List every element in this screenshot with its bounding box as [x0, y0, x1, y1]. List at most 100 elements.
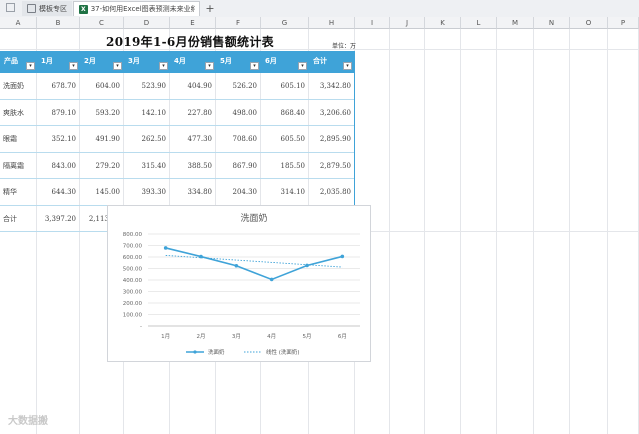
- new-tab-button[interactable]: +: [203, 1, 217, 16]
- header-label: 产品: [4, 57, 18, 65]
- x-tick-label: 3月: [232, 333, 241, 340]
- value-cell[interactable]: 262.50: [124, 126, 167, 152]
- filter-dropdown-icon[interactable]: ▾: [69, 62, 78, 70]
- sheet-title[interactable]: 2019年1-6月份销售额统计表: [60, 33, 320, 50]
- value-cell[interactable]: 879.10: [37, 100, 77, 126]
- x-tick-label: 2月: [197, 333, 206, 340]
- product-name-cell[interactable]: 洗面奶: [3, 73, 24, 99]
- table-row: 洗面奶 678.70 604.00 523.90 404.90 526.20 605.10 3…: [0, 73, 355, 100]
- product-name-cell[interactable]: 隔离霜: [3, 153, 24, 179]
- data-point: [199, 254, 203, 259]
- value-cell[interactable]: 393.30: [124, 179, 167, 205]
- tab-label: 模板专区: [39, 4, 67, 13]
- y-tick-label: 100.00: [123, 313, 143, 319]
- value-cell[interactable]: 3,206.60: [309, 100, 351, 126]
- value-cell[interactable]: 2,895.90: [309, 126, 351, 152]
- value-cell[interactable]: 644.30: [37, 179, 77, 205]
- unit-label[interactable]: 单位：万: [332, 41, 356, 50]
- value-cell[interactable]: 2,035.80: [309, 179, 351, 205]
- filter-dropdown-icon[interactable]: ▾: [250, 62, 259, 70]
- value-cell[interactable]: 708.60: [216, 126, 258, 152]
- close-icon[interactable]: ×: [190, 4, 196, 12]
- value-cell[interactable]: 604.00: [80, 73, 121, 99]
- value-cell[interactable]: 867.90: [216, 153, 258, 179]
- y-tick-label: 200.00: [123, 301, 143, 307]
- column-header-o[interactable]: O: [570, 17, 608, 29]
- window-menu-icon[interactable]: [6, 3, 15, 12]
- value-cell[interactable]: 142.10: [124, 100, 167, 126]
- value-cell[interactable]: 498.00: [216, 100, 258, 126]
- y-tick-label: 300.00: [123, 290, 143, 296]
- value-cell[interactable]: 593.20: [80, 100, 121, 126]
- filter-dropdown-icon[interactable]: ▾: [113, 62, 122, 70]
- column-header-c[interactable]: C: [80, 17, 124, 29]
- value-cell[interactable]: 526.20: [216, 73, 258, 99]
- value-cell[interactable]: 334.80: [170, 179, 213, 205]
- product-name-cell[interactable]: 精华: [3, 179, 17, 205]
- value-cell[interactable]: 388.50: [170, 153, 213, 179]
- column-header-m[interactable]: M: [497, 17, 534, 29]
- value-cell[interactable]: 477.30: [170, 126, 213, 152]
- tab-workbook[interactable]: X 37-如何用Excel图表预测未来业绩 ×: [73, 1, 200, 16]
- value-cell[interactable]: 2,879.50: [309, 153, 351, 179]
- product-name-cell[interactable]: 合计: [3, 206, 17, 232]
- tab-template[interactable]: 模板专区: [22, 1, 72, 16]
- value-cell[interactable]: 523.90: [124, 73, 167, 99]
- column-header-l[interactable]: L: [461, 17, 497, 29]
- column-header-p[interactable]: P: [608, 17, 639, 29]
- value-cell[interactable]: 315.40: [124, 153, 167, 179]
- column-header-f[interactable]: F: [216, 17, 261, 29]
- chart-title: 洗面奶: [240, 212, 267, 224]
- column-header-i[interactable]: I: [355, 17, 390, 29]
- value-cell[interactable]: 352.10: [37, 126, 77, 152]
- filter-dropdown-icon[interactable]: ▾: [205, 62, 214, 70]
- line-chart[interactable]: 洗面奶 800.00 700.00 600.00 500.00 400.00 300.00 2…: [107, 205, 371, 362]
- table-border: [354, 51, 355, 231]
- y-tick-label: -: [140, 324, 142, 330]
- table-header: 产品 ▾ 1月 ▾ 2月 ▾ 3月 ▾ 4月 ▾ 5月 ▾ 6月 ▾ 合计 ▾: [0, 51, 355, 73]
- filter-dropdown-icon[interactable]: ▾: [159, 62, 168, 70]
- column-header-d[interactable]: D: [124, 17, 170, 29]
- product-name-cell[interactable]: 眼霜: [3, 126, 17, 152]
- filter-dropdown-icon[interactable]: ▾: [26, 62, 35, 70]
- value-cell[interactable]: 404.90: [170, 73, 213, 99]
- value-cell[interactable]: 491.90: [80, 126, 121, 152]
- value-cell[interactable]: 279.20: [80, 153, 121, 179]
- filter-dropdown-icon[interactable]: ▾: [343, 62, 352, 70]
- value-cell[interactable]: 204.30: [216, 179, 258, 205]
- data-point: [234, 263, 239, 268]
- y-tick-label: 600.00: [123, 255, 143, 261]
- table-row: 隔离霜 843.00 279.20 315.40 388.50 867.90 185.50 2…: [0, 153, 355, 179]
- column-header-a[interactable]: A: [0, 17, 37, 29]
- column-header-n[interactable]: N: [534, 17, 570, 29]
- data-point: [269, 277, 274, 282]
- column-header-k[interactable]: K: [425, 17, 461, 29]
- data-point: [305, 263, 309, 268]
- value-cell[interactable]: 227.80: [170, 100, 213, 126]
- y-tick-label: 800.00: [123, 232, 143, 238]
- legend-series-marker: [193, 350, 197, 354]
- data-point: [163, 246, 168, 250]
- tab-label: 37-如何用Excel图表预测未来业绩: [90, 5, 194, 13]
- value-cell[interactable]: 145.00: [80, 179, 121, 205]
- filter-dropdown-icon[interactable]: ▾: [298, 62, 307, 70]
- header-label: 6月: [265, 57, 277, 65]
- column-header-h[interactable]: H: [309, 17, 355, 29]
- value-cell[interactable]: 3,342.80: [309, 73, 351, 99]
- column-header-j[interactable]: J: [390, 17, 425, 29]
- x-tick-label: 1月: [161, 333, 170, 340]
- value-cell[interactable]: 314.10: [261, 179, 306, 205]
- y-tick-label: 400.00: [123, 278, 143, 284]
- product-name-cell[interactable]: 爽肤水: [3, 100, 24, 126]
- value-cell[interactable]: 605.10: [261, 73, 306, 99]
- value-cell[interactable]: 605.50: [261, 126, 306, 152]
- home-icon: [27, 4, 36, 13]
- value-cell[interactable]: 185.50: [261, 153, 306, 179]
- column-header-g[interactable]: G: [261, 17, 309, 29]
- value-cell[interactable]: 868.40: [261, 100, 306, 126]
- column-header-e[interactable]: E: [170, 17, 216, 29]
- value-cell[interactable]: 3,397.20: [37, 206, 76, 232]
- column-header-b[interactable]: B: [37, 17, 80, 29]
- value-cell[interactable]: 843.00: [37, 153, 77, 179]
- value-cell[interactable]: 678.70: [37, 73, 77, 99]
